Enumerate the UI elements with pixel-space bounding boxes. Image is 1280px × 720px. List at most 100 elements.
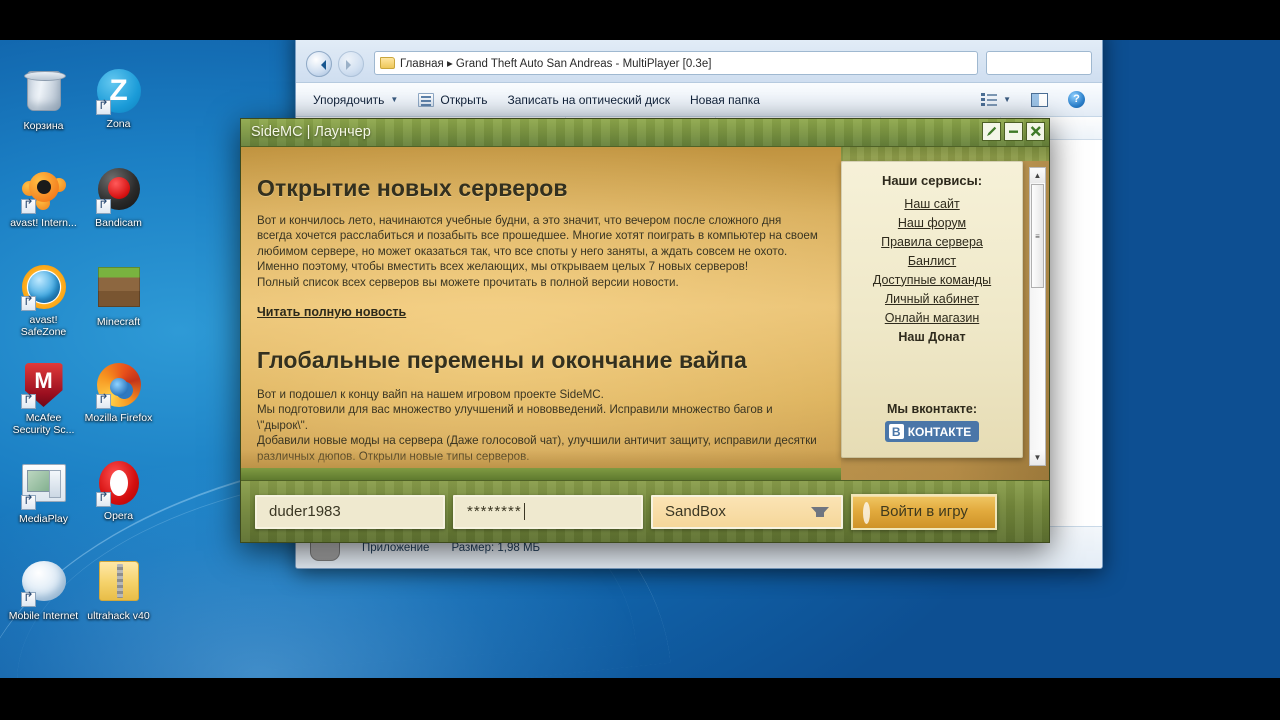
new-folder-label: Новая папка — [689, 92, 760, 107]
launcher-title: SideMC | Лаунчер — [251, 124, 371, 140]
services-sidebar: Наши сервисы: Наш сайт Наш форум Правила… — [841, 161, 1023, 458]
sidebar-link-site[interactable]: Наш сайт — [904, 197, 959, 211]
recycle-bin-icon — [21, 71, 67, 117]
forward-button[interactable] — [338, 51, 364, 77]
close-button[interactable] — [1026, 122, 1045, 141]
shortcut-overlay-icon — [20, 495, 36, 510]
scroll-down-arrow-icon[interactable]: ▼ — [1030, 450, 1045, 465]
desktop-icon-minecraft[interactable]: Minecraft — [81, 260, 156, 358]
launcher-content: Открытие новых серверов Вот и кончилось … — [241, 147, 1049, 480]
username-input[interactable]: duder1983 — [255, 494, 445, 529]
desktop-icon-label: avast! Intern... — [10, 217, 77, 229]
scrollbar-thumb[interactable]: ≡ — [1031, 184, 1044, 288]
desktop-icon-recycle-bin[interactable]: Корзина — [6, 64, 81, 162]
preview-pane-icon — [1031, 92, 1048, 107]
password-mask: ******** — [467, 503, 522, 520]
sidebar-link-forum[interactable]: Наш форум — [898, 216, 966, 230]
mcafee-shield-icon — [20, 363, 67, 409]
x-icon — [1030, 126, 1041, 137]
mediaplay-icon — [20, 464, 67, 510]
news-article: Открытие новых серверов Вот и кончилось … — [257, 175, 819, 321]
desktop-icon-label: Opera — [103, 510, 134, 522]
view-list-icon — [981, 92, 998, 107]
shortcut-overlay-icon — [20, 199, 36, 214]
desktop-icon-label: Minecraft — [96, 316, 141, 328]
status-file-size: Размер: 1,98 МБ — [451, 541, 541, 554]
minimize-button[interactable] — [1004, 122, 1023, 141]
search-input[interactable] — [986, 51, 1092, 75]
desktop-icon-zona[interactable]: Zona — [81, 64, 156, 162]
desktop-icon-mcafee[interactable]: McAfee Security Sc... — [6, 358, 81, 456]
desktop-icon-avast-internet-security[interactable]: avast! Intern... — [6, 162, 81, 260]
text-cursor — [523, 503, 525, 520]
desktop-icon-mediaplay[interactable]: MediaPlay — [6, 456, 81, 554]
letterbox-top — [0, 0, 1280, 40]
sidebar-link-banlist[interactable]: Банлист — [908, 254, 956, 268]
services-heading: Наши сервисы: — [881, 173, 983, 188]
sidebar-link-rules[interactable]: Правила сервера — [881, 235, 983, 249]
vk-badge-text: КОНТАКТЕ — [907, 424, 972, 439]
desktop-icon-label: ultrahack v40 — [87, 610, 150, 622]
server-select-value: SandBox — [665, 503, 726, 520]
bandicam-icon — [95, 168, 142, 214]
server-select[interactable]: SandBox — [651, 494, 843, 529]
organize-button[interactable]: Упорядочить ▼ — [304, 88, 407, 112]
breadcrumb: Главная ▸ Grand Theft Auto San Andreas -… — [400, 58, 712, 70]
desktop-icon-label: Bandicam — [95, 217, 142, 229]
edit-settings-button[interactable] — [982, 122, 1001, 141]
change-view-button[interactable]: ▼ — [972, 88, 1020, 112]
shortcut-overlay-icon — [20, 592, 36, 607]
minecraft-icon — [96, 267, 142, 313]
shortcut-overlay-icon — [95, 199, 111, 214]
explorer-toolbar: Упорядочить ▼ Открыть Записать на оптиче… — [296, 83, 1102, 117]
windows-desktop: Корзина Zona avast! Intern... Bandicam a… — [0, 0, 1280, 720]
vkontakte-button[interactable]: В КОНТАКТЕ — [884, 421, 980, 442]
letterbox-bottom — [0, 678, 1280, 720]
vk-logo-icon: В — [888, 424, 904, 439]
help-button[interactable]: ? — [1059, 86, 1094, 113]
chevron-down-icon: ▼ — [390, 95, 399, 104]
scroll-up-arrow-icon[interactable]: ▲ — [1030, 168, 1045, 183]
shortcut-overlay-icon — [20, 394, 36, 409]
sidebar-link-commands[interactable]: Доступные команды — [873, 273, 991, 287]
vk-section: Мы вконтакте: В КОНТАКТЕ — [884, 402, 980, 442]
news-body: Вот и кончилось лето, начинаются учебные… — [257, 214, 818, 289]
news-scrollbar[interactable]: ▲ ≡ ▼ — [1029, 167, 1046, 466]
preview-pane-button[interactable] — [1022, 88, 1057, 112]
desktop-icon-mobile-internet[interactable]: Mobile Internet — [6, 554, 81, 652]
back-button[interactable] — [306, 51, 332, 77]
shortcut-overlay-icon — [95, 100, 111, 115]
desktop-icon-label: McAfee Security Sc... — [12, 412, 75, 436]
globe-icon — [20, 561, 67, 607]
shortcut-overlay-icon — [20, 296, 36, 311]
sidebar-link-account[interactable]: Личный кабинет — [885, 292, 979, 306]
launcher-title-bar[interactable]: SideMC | Лаунчер — [241, 119, 1049, 147]
status-file-type: Приложение — [362, 541, 430, 554]
address-bar[interactable]: Главная ▸ Grand Theft Auto San Andreas -… — [374, 51, 978, 75]
read-more-link[interactable]: Читать полную новость — [257, 305, 406, 319]
play-button[interactable]: Войти в игру — [851, 493, 997, 530]
open-button[interactable]: Открыть — [409, 88, 496, 112]
password-input[interactable]: ******** — [453, 494, 643, 529]
folder-icon — [380, 57, 395, 69]
desktop-icon-label: Mozilla Firefox — [84, 412, 153, 424]
organize-label: Упорядочить — [313, 92, 385, 107]
desktop-icon-ultrahack[interactable]: ultrahack v40 — [81, 554, 156, 652]
news-panel[interactable]: Открытие новых серверов Вот и кончилось … — [241, 147, 841, 480]
desktop-icon-avast-safezone[interactable]: avast! SafeZone — [6, 260, 81, 358]
desktop-icon-label: avast! SafeZone — [20, 314, 67, 338]
news-heading: Глобальные перемены и окончание вайпа — [257, 347, 747, 374]
desktop-icon-label: MediaPlay — [18, 513, 69, 525]
desktop-icon-opera[interactable]: Opera — [81, 456, 156, 554]
sidemc-launcher-window: SideMC | Лаунчер Открытие новых серверов… — [240, 118, 1050, 543]
burn-to-disc-button[interactable]: Записать на оптический диск — [498, 88, 679, 112]
button-highlight — [863, 501, 870, 524]
chevron-down-icon: ▼ — [1003, 95, 1011, 104]
desktop-icon-firefox[interactable]: Mozilla Firefox — [81, 358, 156, 456]
new-folder-button[interactable]: Новая папка — [681, 88, 769, 112]
desktop-icon-label: Корзина — [23, 120, 64, 132]
desktop-icon-bandicam[interactable]: Bandicam — [81, 162, 156, 260]
sidebar-link-donate[interactable]: Наш Донат — [898, 330, 965, 344]
sidebar-link-shop[interactable]: Онлайн магазин — [885, 311, 980, 325]
news-heading: Открытие новых серверов — [257, 175, 568, 201]
